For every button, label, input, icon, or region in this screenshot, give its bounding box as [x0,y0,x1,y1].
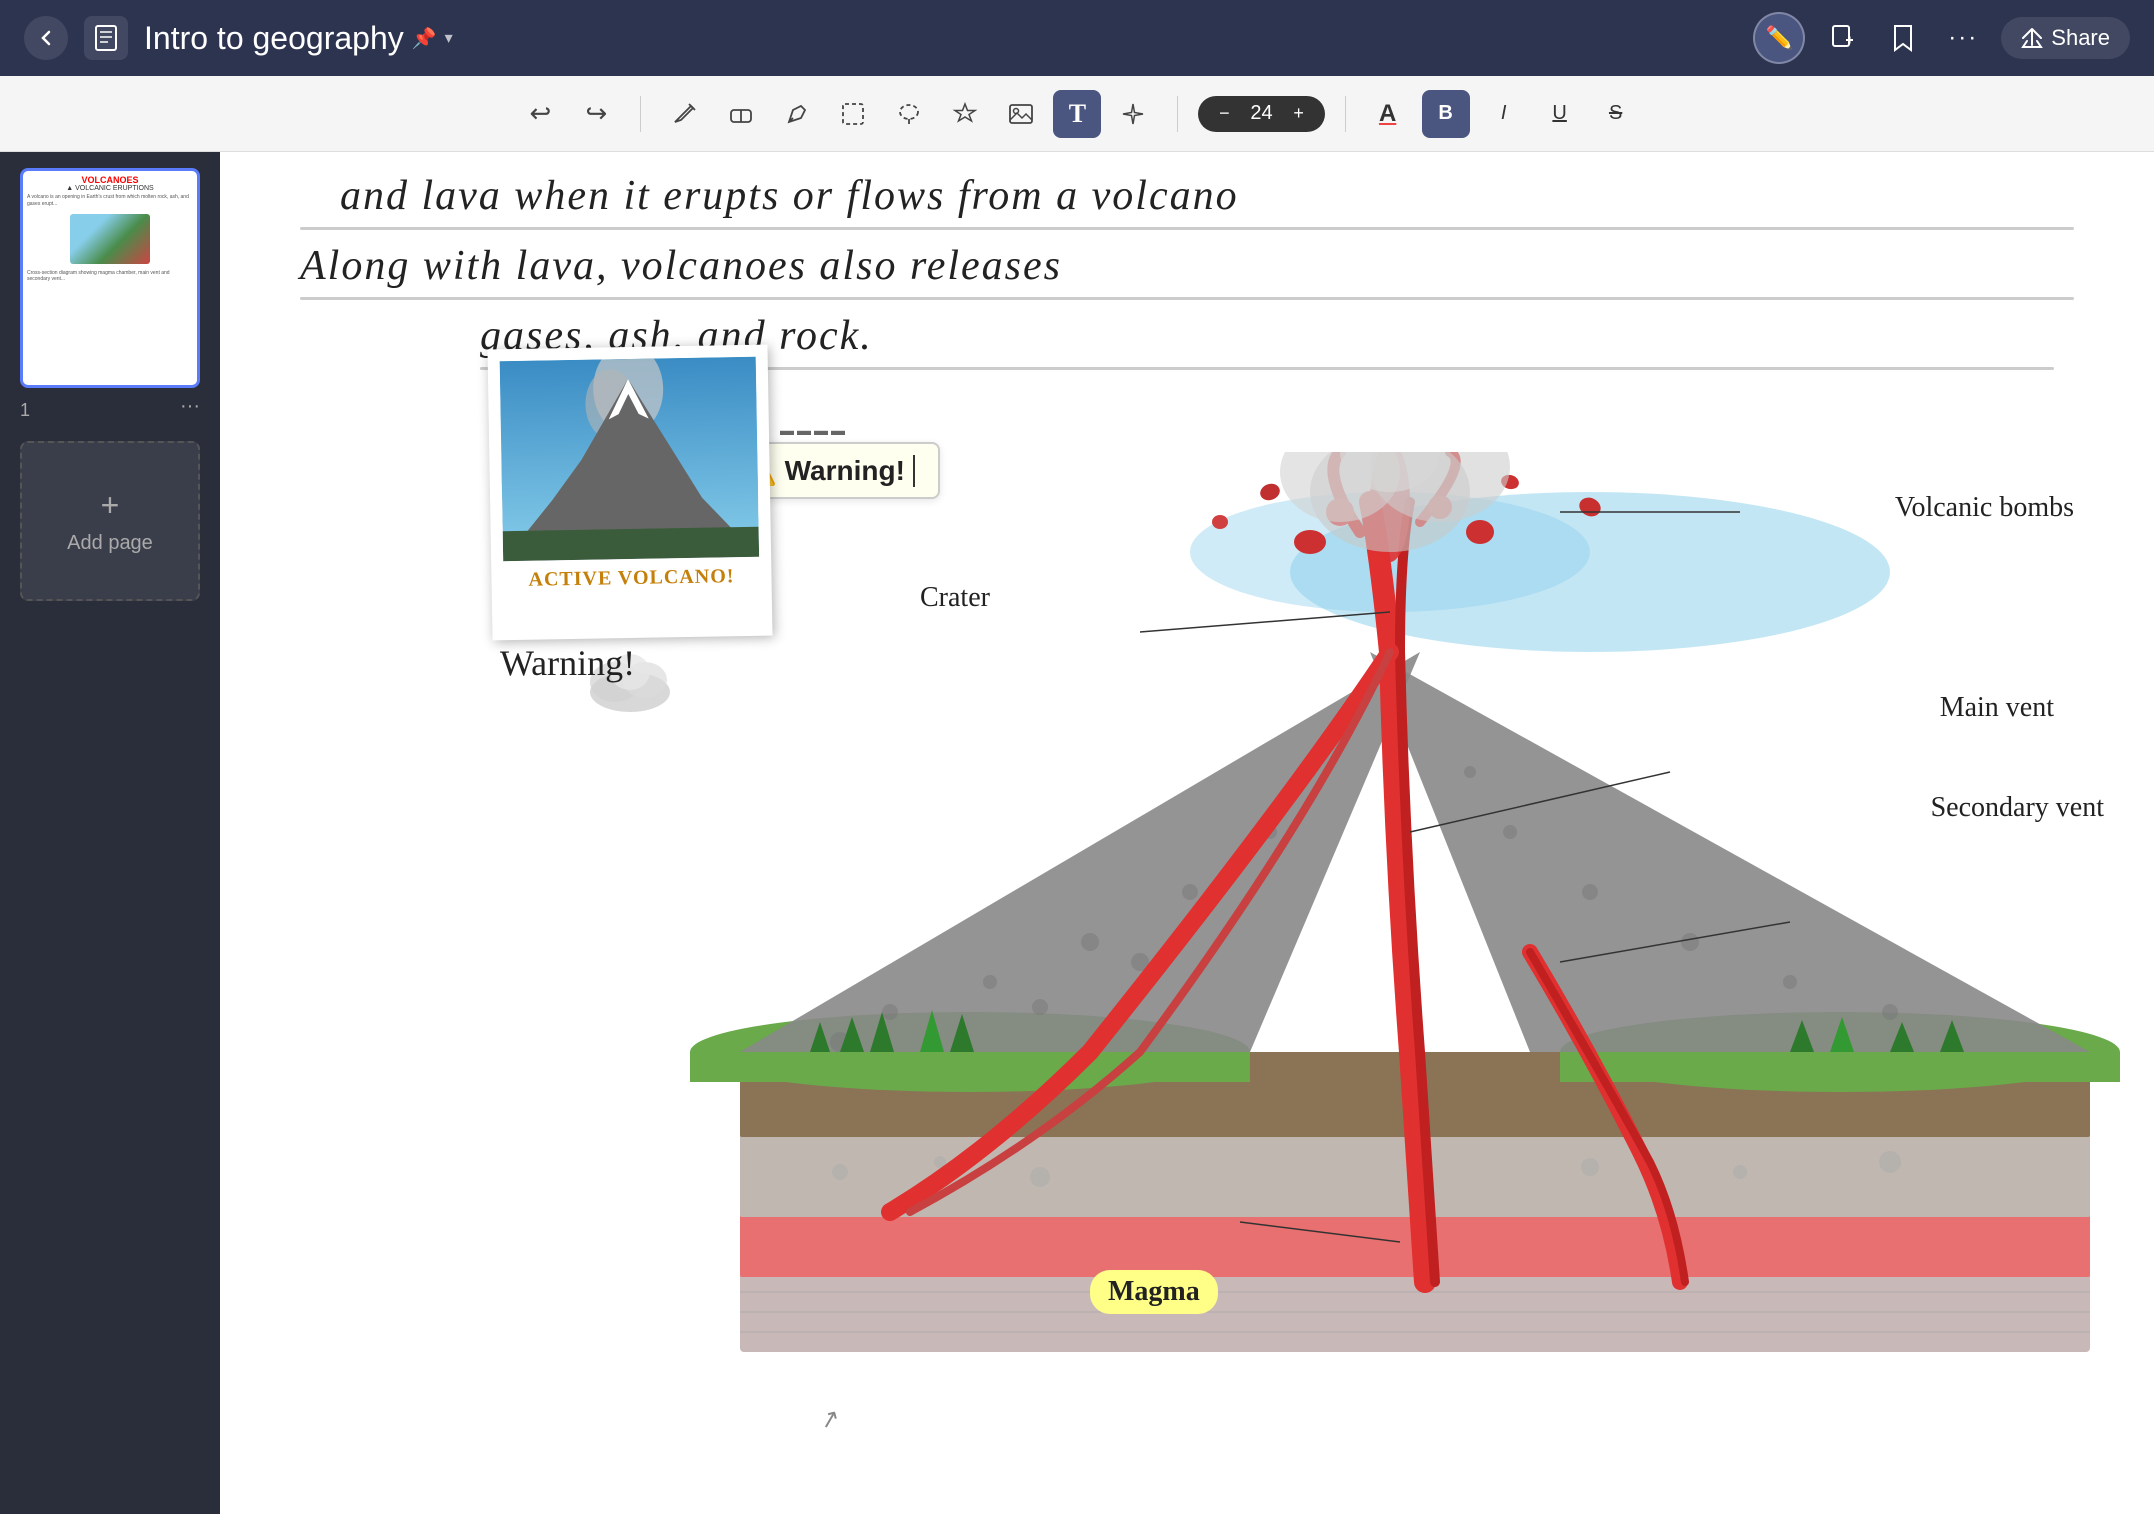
eraser-tool[interactable] [717,90,765,138]
magma-label: Magma [1090,1270,1218,1314]
page-1-thumbnail[interactable]: VOLCANOES ▲ VOLCANIC ERUPTIONS A volcano… [20,168,200,388]
separator-1 [640,96,641,132]
add-page-button[interactable] [1821,16,1865,60]
drag-handle[interactable]: ▬▬▬▬ [780,422,848,438]
lasso-tool[interactable] [885,90,933,138]
add-page-button[interactable]: + Add page [20,441,200,601]
separator-2 [1177,96,1178,132]
font-color-button[interactable]: A [1366,92,1410,136]
more-options-button[interactable]: ··· [1941,16,1985,60]
pin-icon: 📌 [412,26,437,51]
text-tool[interactable]: T [1053,90,1101,138]
page-more-button[interactable]: ··· [180,395,200,418]
plus-icon: + [101,487,120,524]
warning-label-text: Warning! [500,642,635,684]
volcanic-bombs-label: Volcanic bombs [1895,492,2074,524]
font-size-decrease[interactable]: − [1210,100,1238,128]
toolbar: ↩ ↪ T − 24 + [0,76,2154,152]
underline-1 [300,227,2074,230]
secondary-vent-label: Secondary vent [1931,792,2104,824]
main-vent-label: Main vent [1940,692,2054,724]
undo-redo-group: ↩ ↪ [516,90,620,138]
add-page-label: Add page [67,532,153,555]
title-text: Intro to geography [144,20,404,57]
header: Intro to geography 📌 ▾ ✏️ ··· Share [0,0,2154,76]
document-title: Intro to geography 📌 ▾ [144,20,453,57]
undo-button[interactable]: ↩ [516,90,564,138]
sparkle-tool[interactable] [1109,90,1157,138]
separator-3 [1345,96,1346,132]
select-rect-tool[interactable] [829,90,877,138]
thumb-body: A volcano is an opening in Earth's crust… [23,192,197,210]
underline-2 [300,297,2074,300]
page-number: 1 [20,400,30,421]
back-button[interactable] [24,16,68,60]
font-size-value[interactable]: 24 [1242,102,1280,125]
sidebar: VOLCANOES ▲ VOLCANIC ERUPTIONS A volcano… [0,152,220,1514]
underline-button[interactable]: U [1538,92,1582,136]
share-label: Share [2051,25,2110,51]
image-tool[interactable] [997,90,1045,138]
avatar: ✏️ [1753,12,1805,64]
notebook-icon[interactable] [84,16,128,60]
page-info-1: 1 ··· [20,392,200,421]
bookmark-button[interactable] [1881,16,1925,60]
chevron-down-icon[interactable]: ▾ [445,28,453,48]
font-size-increase[interactable]: + [1285,100,1313,128]
highlighter-tool[interactable] [773,90,821,138]
italic-button[interactable]: I [1482,92,1526,136]
page-1-container: VOLCANOES ▲ VOLCANIC ERUPTIONS A volcano… [20,168,200,421]
star-tool[interactable] [941,90,989,138]
strikethrough-button[interactable]: S [1594,92,1638,136]
handwritten-text-2: Along with lava, volcanoes also releases [300,242,1062,290]
header-left: Intro to geography 📌 ▾ [24,16,453,60]
volcano-diagram [690,452,2120,1514]
handwritten-text-1: and lava when it erupts or flows from a … [340,172,1239,220]
main-canvas[interactable]: and lava when it erupts or flows from a … [220,152,2154,1514]
crater-label: Crater [920,582,990,614]
canvas-content: and lava when it erupts or flows from a … [220,152,2154,1514]
thumb-title: VOLCANOES [23,175,197,185]
header-right: ✏️ ··· Share [1753,12,2130,64]
share-button[interactable]: Share [2001,17,2130,59]
bold-button[interactable]: B [1422,90,1470,138]
font-size-control: − 24 + [1198,96,1324,132]
pen-tool[interactable] [661,90,709,138]
thumb-subtitle: ▲ VOLCANIC ERUPTIONS [23,185,197,192]
redo-button[interactable]: ↪ [572,90,620,138]
drawing-tools-group: T [661,90,1157,138]
